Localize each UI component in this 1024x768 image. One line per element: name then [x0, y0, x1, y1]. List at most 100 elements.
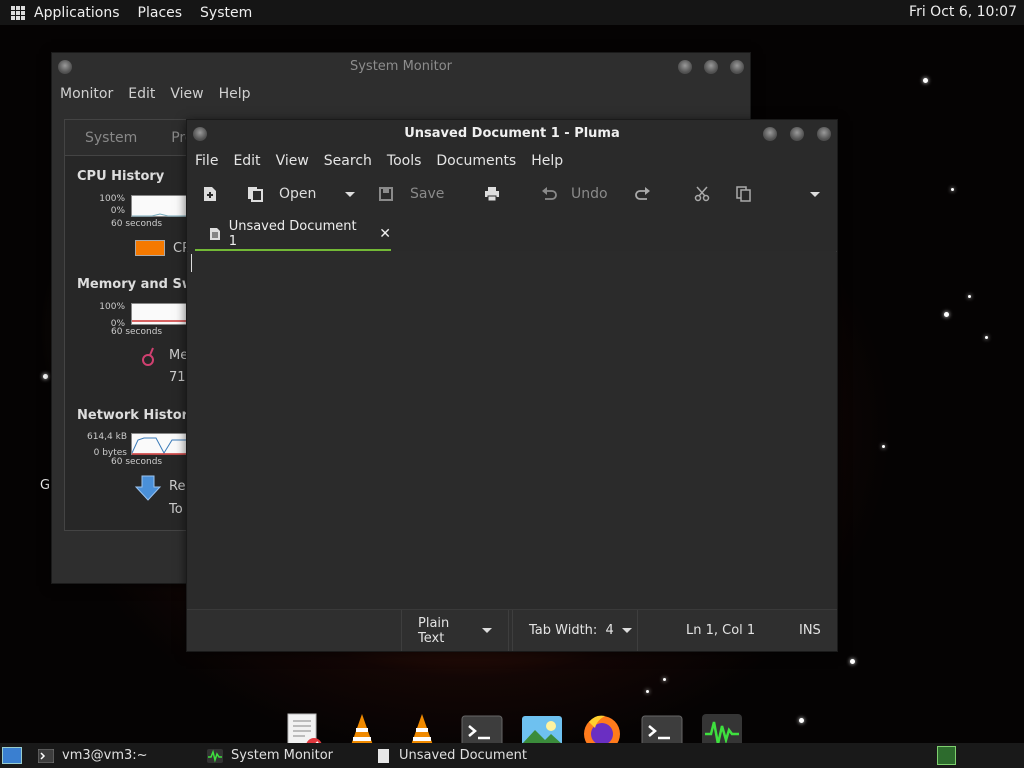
sysmon-menubar: Monitor Edit View Help — [52, 81, 750, 107]
copy-icon — [736, 186, 751, 202]
workspace-switcher-icon[interactable] — [937, 746, 956, 765]
star — [923, 78, 928, 83]
menu-edit[interactable]: Edit — [233, 153, 260, 169]
cpu-min-label: 0% — [110, 206, 125, 216]
text-editor[interactable] — [188, 251, 836, 609]
terminal-icon — [38, 748, 54, 763]
menu-places[interactable]: Places — [138, 5, 183, 21]
document-tabs: Unsaved Document 1 ✕ — [187, 214, 837, 252]
star — [944, 312, 949, 317]
tab-system[interactable]: System — [85, 130, 137, 146]
minimize-button[interactable] — [763, 127, 777, 141]
net-span-label: 60 seconds — [111, 457, 163, 467]
open-label: Open — [279, 186, 317, 202]
star — [951, 188, 954, 191]
language-label: Plain Text — [418, 615, 450, 646]
window-menu-button[interactable] — [193, 127, 207, 141]
cpu-max-label: 100% — [99, 194, 125, 204]
star — [43, 374, 48, 379]
toolbar-overflow-button[interactable] — [802, 182, 820, 206]
window-menu-button[interactable] — [58, 60, 72, 74]
network-graph — [131, 433, 192, 455]
maximize-button[interactable] — [704, 60, 718, 74]
pluma-statusbar: Plain Text Tab Width: 4 Ln 1, Col 1 INS — [187, 609, 837, 651]
menu-monitor[interactable]: Monitor — [60, 86, 113, 102]
copy-button[interactable] — [736, 182, 752, 206]
chevron-down-icon — [621, 628, 632, 633]
text-cursor — [191, 254, 192, 272]
open-button[interactable]: Open — [247, 182, 316, 206]
tab-width-selector[interactable]: Tab Width: 4 — [512, 610, 638, 651]
redo-button[interactable] — [635, 182, 651, 206]
taskbar-system-monitor-label: System Monitor — [231, 748, 334, 763]
taskbar-pluma-label: Unsaved Document — [399, 748, 527, 763]
maximize-button[interactable] — [790, 127, 804, 141]
pluma-toolbar: Open Save Undo — [187, 174, 837, 214]
menu-help[interactable]: Help — [531, 153, 563, 169]
system-monitor-icon — [207, 748, 223, 763]
menu-tools[interactable]: Tools — [387, 153, 422, 169]
open-document-icon — [248, 187, 263, 202]
save-icon — [379, 187, 393, 201]
apps-grid-icon[interactable] — [11, 5, 25, 20]
language-selector[interactable]: Plain Text — [401, 610, 509, 651]
show-desktop-button[interactable] — [2, 747, 22, 764]
close-button[interactable] — [817, 127, 831, 141]
undo-button[interactable]: Undo — [541, 182, 608, 206]
desktop-icon-label[interactable]: G — [40, 478, 50, 493]
scissors-icon — [694, 186, 710, 202]
menu-help[interactable]: Help — [219, 86, 251, 102]
undo-label: Undo — [571, 186, 608, 202]
network-graph-line — [131, 437, 192, 455]
cpu-graph-line — [132, 213, 192, 217]
close-tab-icon[interactable]: ✕ — [379, 226, 391, 242]
network-received-label: Re — [169, 479, 186, 494]
tab-width-label: Tab Width: 4 — [529, 623, 614, 638]
sysmon-titlebar[interactable]: System Monitor — [52, 53, 750, 81]
star — [968, 295, 971, 298]
new-document-button[interactable] — [203, 182, 217, 206]
chevron-down-icon — [810, 191, 820, 197]
menu-documents[interactable]: Documents — [436, 153, 516, 169]
document-icon — [378, 748, 389, 763]
sysmon-title: System Monitor — [349, 59, 453, 74]
menu-system[interactable]: System — [200, 5, 252, 21]
taskbar-pluma[interactable]: Unsaved Document — [377, 743, 527, 768]
memory-graph-line — [132, 320, 192, 322]
pluma-titlebar[interactable]: Unsaved Document 1 - Pluma — [187, 120, 837, 148]
undo-icon — [542, 187, 557, 200]
minimize-button[interactable] — [678, 60, 692, 74]
open-recent-dropdown[interactable] — [337, 182, 355, 206]
tab-unsaved-document-1[interactable]: Unsaved Document 1 ✕ — [195, 218, 391, 252]
cpu-graph — [131, 195, 192, 217]
menu-search[interactable]: Search — [324, 153, 372, 169]
menu-view[interactable]: View — [170, 86, 203, 102]
taskbar-system-monitor[interactable]: System Monitor — [207, 743, 333, 768]
save-button[interactable]: Save — [379, 182, 444, 206]
menu-view[interactable]: View — [276, 153, 309, 169]
star — [646, 690, 649, 693]
redo-icon — [635, 187, 650, 200]
cpu-history-title: CPU History — [77, 169, 165, 184]
menu-file[interactable]: File — [195, 153, 218, 169]
download-arrow-icon — [134, 475, 162, 501]
clock[interactable]: Fri Oct 6, 10:07 — [909, 4, 1017, 20]
cut-button[interactable] — [694, 182, 710, 206]
network-total-label: To — [169, 502, 183, 517]
new-document-icon — [204, 187, 216, 201]
menu-edit[interactable]: Edit — [128, 86, 155, 102]
print-button[interactable] — [484, 182, 500, 206]
chevron-down-icon — [345, 191, 355, 197]
chevron-down-icon — [482, 628, 492, 633]
cpu-span-label: 60 seconds — [111, 219, 163, 229]
memory-pie-icon[interactable] — [140, 346, 158, 368]
close-button[interactable] — [730, 60, 744, 74]
taskbar-terminal[interactable]: vm3@vm3:~ — [38, 743, 148, 768]
pluma-title: Unsaved Document 1 - Pluma — [404, 126, 620, 141]
menu-applications[interactable]: Applications — [34, 5, 120, 21]
star — [850, 659, 855, 664]
star — [985, 336, 988, 339]
taskbar-terminal-label: vm3@vm3:~ — [62, 748, 148, 763]
memory-graph — [131, 303, 192, 325]
cpu-legend-swatch[interactable] — [135, 240, 165, 256]
